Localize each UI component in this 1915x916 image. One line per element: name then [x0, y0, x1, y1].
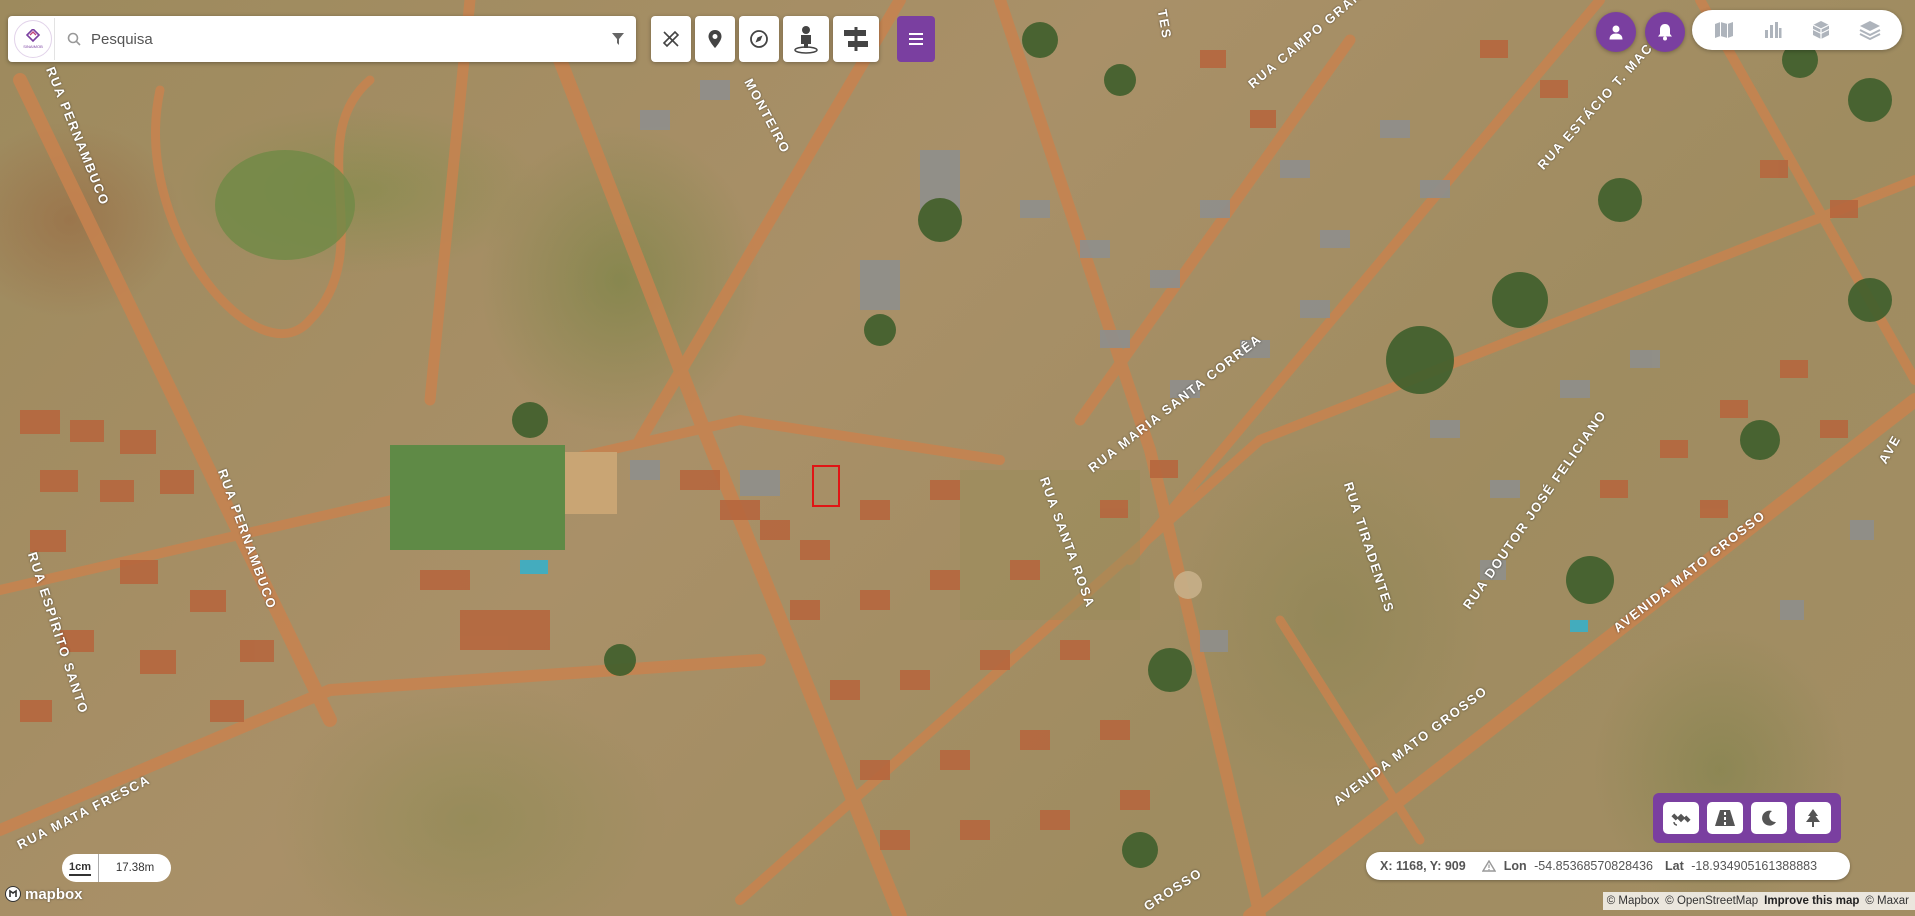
- map-style-switcher: [1653, 793, 1841, 843]
- satellite-map[interactable]: RUA PERNAMBUCO RUA PERNAMBUCO RUA ESPÍRI…: [0, 0, 1915, 916]
- warning-icon: [1481, 860, 1496, 872]
- notifications-button[interactable]: [1645, 12, 1685, 52]
- scale-unit: 1cm: [68, 861, 92, 876]
- style-satellite-button[interactable]: [1663, 802, 1699, 834]
- lon-value: -54.85368570828436: [1534, 859, 1653, 873]
- compass-tool-button[interactable]: [739, 16, 779, 62]
- search-icon: [67, 32, 81, 46]
- selected-lot-marker[interactable]: [812, 465, 840, 507]
- lon-label: Lon: [1503, 859, 1527, 873]
- main-menu-button[interactable]: [897, 16, 935, 62]
- map-attribution: © Mapbox © OpenStreetMap Improve this ma…: [1602, 892, 1915, 910]
- layers-icon: [1859, 21, 1881, 40]
- ruler-pencil-icon: [662, 30, 680, 48]
- filter-icon[interactable]: [612, 33, 624, 45]
- mapbox-logo[interactable]: mapbox: [4, 883, 83, 905]
- road-icon: [1715, 810, 1735, 826]
- user-button[interactable]: [1596, 12, 1636, 52]
- coordinate-readout: X: 1168, Y: 909 Lon -54.85368570828436 L…: [1366, 852, 1850, 880]
- satellite-icon: [1671, 813, 1691, 826]
- search-input[interactable]: [89, 29, 573, 49]
- lat-value: -18.934905161388883: [1691, 859, 1818, 873]
- map-scale: 1cm 17.38m: [62, 854, 171, 882]
- maxar-attribution-link[interactable]: © Maxar: [1865, 895, 1909, 907]
- tree-icon: [1806, 809, 1820, 827]
- style-terrain-button[interactable]: [1795, 802, 1831, 834]
- marker-tool-button[interactable]: [695, 16, 735, 62]
- style-night-button[interactable]: [1751, 802, 1787, 834]
- mapbox-wordmark: mapbox: [25, 885, 83, 903]
- bell-icon: [1658, 24, 1672, 41]
- pegman-icon: [794, 26, 818, 54]
- hamburger-menu-icon: [909, 33, 923, 45]
- mapbox-attribution-link[interactable]: © Mapbox: [1607, 895, 1660, 907]
- app-logo[interactable]: SINAIMOB: [12, 18, 55, 60]
- map-icon: [1715, 22, 1734, 38]
- night-mode-icon: [1762, 810, 1776, 826]
- search-bar: SINAIMOB: [8, 16, 636, 62]
- swipe-compare-icon: [844, 27, 868, 51]
- map-imagery: [0, 0, 1915, 916]
- logo-text: SINAIMOB: [23, 44, 43, 49]
- layer-switcher: [1692, 10, 1902, 50]
- style-road-button[interactable]: [1707, 802, 1743, 834]
- bar-chart-icon: [1764, 22, 1782, 38]
- logo-mark-icon: [25, 29, 41, 43]
- mapbox-icon: [5, 886, 21, 902]
- compare-tool-button[interactable]: [833, 16, 879, 62]
- layer-map-button[interactable]: [1706, 12, 1742, 48]
- layer-stack-button[interactable]: [1852, 12, 1888, 48]
- layer-chart-button[interactable]: [1755, 12, 1791, 48]
- map-tools: [651, 16, 879, 62]
- improve-map-link[interactable]: Improve this map: [1764, 895, 1859, 907]
- map-pin-icon: [708, 30, 722, 48]
- scale-value: 17.38m: [99, 854, 171, 882]
- compass-icon: [750, 30, 768, 48]
- lat-label: Lat: [1665, 859, 1684, 873]
- osm-attribution-link[interactable]: © OpenStreetMap: [1665, 895, 1758, 907]
- layer-3d-button[interactable]: [1803, 12, 1839, 48]
- street-view-tool-button[interactable]: [783, 16, 829, 62]
- user-icon: [1609, 25, 1623, 40]
- measure-tool-button[interactable]: [651, 16, 691, 62]
- cube-icon: [1812, 21, 1830, 39]
- pixel-coordinates: X: 1168, Y: 909: [1380, 859, 1466, 873]
